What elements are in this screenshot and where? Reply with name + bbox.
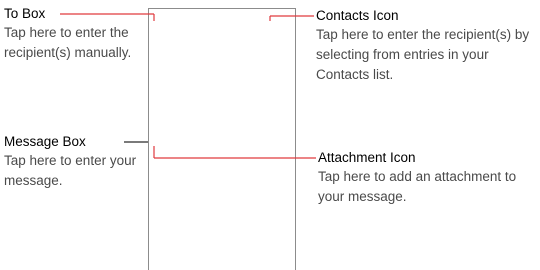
to-box-title: To Box [4, 6, 46, 21]
contacts-icon-description: Tap here to enter the recipient(s) by se… [316, 25, 529, 85]
attachment-desc-line: your message. [318, 189, 407, 204]
message-box-desc-line: message. [4, 173, 63, 188]
to-box-desc-line: recipient(s) manually. [4, 45, 132, 60]
message-box-callout: Message Box Tap here to enter your messa… [4, 134, 136, 191]
message-box-description: Tap here to enter your message. [4, 151, 136, 191]
to-box-callout: To Box Tap here to enter the recipient(s… [4, 6, 131, 63]
contacts-desc-line: Tap here to enter the recipient(s) by [316, 27, 530, 42]
message-box-desc-line: Tap here to enter your [4, 153, 137, 168]
to-box-description: Tap here to enter the recipient(s) manua… [4, 23, 131, 63]
attachment-desc-line: Tap here to add an attachment to [318, 169, 517, 184]
attachment-icon-callout: Attachment Icon Tap here to add an attac… [318, 150, 516, 207]
contacts-desc-line: selecting from entries in your [316, 47, 489, 62]
attachment-icon-description: Tap here to add an attachment to your me… [318, 167, 516, 207]
attachment-icon-title: Attachment Icon [318, 150, 416, 165]
contacts-desc-line: Contacts list. [316, 67, 394, 82]
message-box-title: Message Box [4, 134, 86, 149]
to-box-desc-line: Tap here to enter the [4, 25, 129, 40]
contacts-icon-callout: Contacts Icon Tap here to enter the reci… [316, 8, 529, 85]
contacts-icon-title: Contacts Icon [316, 8, 399, 23]
